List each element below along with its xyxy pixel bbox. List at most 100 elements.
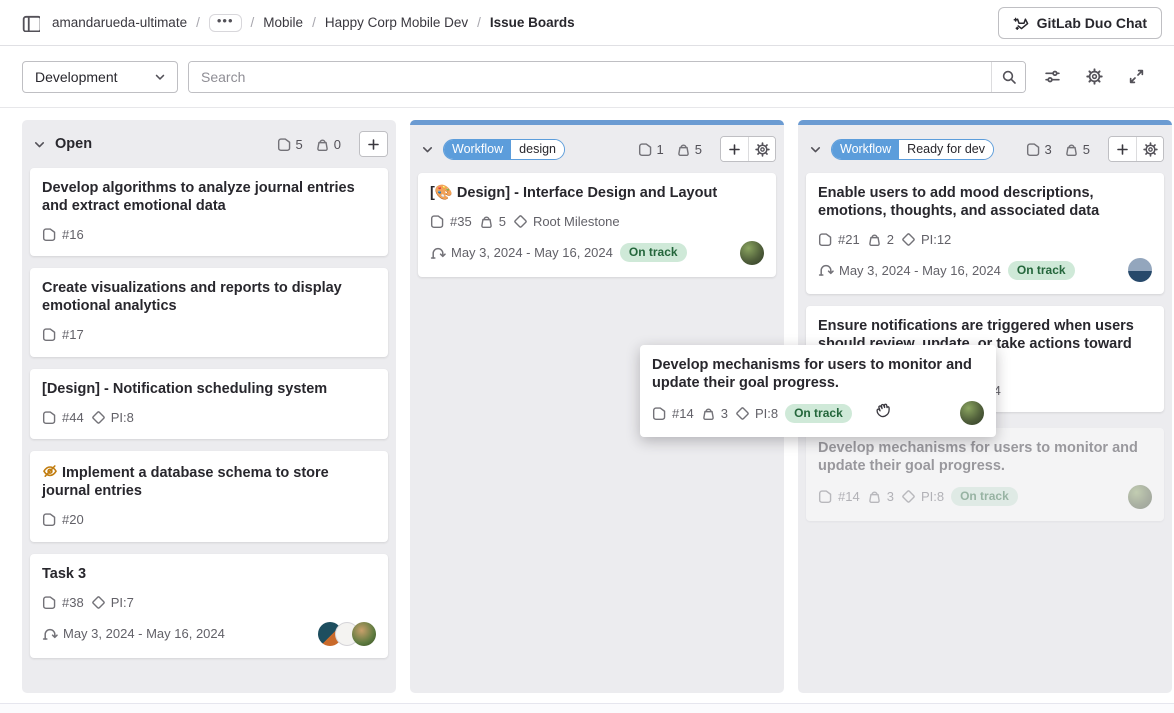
dragged-issue-card[interactable]: Develop mechanisms for users to monitor … xyxy=(640,345,996,437)
health-status-badge: On track xyxy=(620,243,687,262)
chevron-down-icon xyxy=(153,70,167,84)
page-footer-divider xyxy=(0,703,1174,713)
issue-card[interactable]: Create visualizations and reports to dis… xyxy=(30,268,388,356)
issue-card[interactable]: Task 3 #38 PI:7 May 3, 2024 - May 16, 20… xyxy=(30,554,388,658)
milestone-label: PI:7 xyxy=(111,595,134,610)
collapse-chevron-icon[interactable] xyxy=(808,142,823,157)
duo-chat-icon xyxy=(1013,15,1029,31)
issue-card[interactable]: [Design] - Notification scheduling syste… xyxy=(30,369,388,440)
column-actions xyxy=(359,131,388,157)
column-header: Workflow Ready for dev 3 5 xyxy=(798,125,1172,171)
search-input[interactable] xyxy=(189,62,991,92)
issue-title: Develop mechanisms for users to monitor … xyxy=(652,357,984,392)
board-switcher-value: Development xyxy=(35,69,118,85)
milestone-label: PI:12 xyxy=(921,232,951,247)
card-list: [🎨 Design] - Interface Design and Layout… xyxy=(410,171,784,285)
iteration-icon xyxy=(818,262,834,278)
column-header: Workflow design 1 5 xyxy=(410,125,784,171)
avatar[interactable] xyxy=(1128,258,1152,282)
issue-count: 1 xyxy=(657,142,664,157)
expand-icon xyxy=(1128,68,1145,85)
iteration-dates: May 3, 2024 - May 16, 2024 xyxy=(839,263,1001,278)
issue-type-icon xyxy=(42,327,57,342)
gear-icon xyxy=(1143,142,1158,157)
fullscreen-toggle-button[interactable] xyxy=(1120,61,1152,93)
duo-chat-label: GitLab Duo Chat xyxy=(1037,15,1147,31)
iteration-dates: May 3, 2024 - May 16, 2024 xyxy=(63,626,225,641)
issue-title: [Design] - Notification scheduling syste… xyxy=(42,381,376,399)
board-switcher-dropdown[interactable]: Development xyxy=(22,61,178,93)
issue-title: Develop mechanisms for users to monitor … xyxy=(818,440,1152,475)
milestone-icon xyxy=(901,489,916,504)
issue-count: 3 xyxy=(1045,142,1052,157)
label-value: Ready for dev xyxy=(899,140,993,159)
issue-card-drag-placeholder: Develop mechanisms for users to monitor … xyxy=(806,428,1164,520)
search-field-wrap xyxy=(188,61,1026,93)
issue-type-icon xyxy=(818,489,833,504)
issue-ref: #17 xyxy=(62,327,84,342)
milestone-label: PI:8 xyxy=(921,489,944,504)
list-settings-button[interactable] xyxy=(748,137,775,161)
breadcrumb-ellipsis-button[interactable]: ••• xyxy=(209,14,242,32)
breadcrumb-group[interactable]: Mobile xyxy=(263,15,303,30)
gear-icon xyxy=(1086,68,1103,85)
add-issue-button[interactable] xyxy=(360,132,387,156)
card-list: Develop algorithms to analyze journal en… xyxy=(22,166,396,666)
board-settings-button[interactable] xyxy=(1078,61,1110,93)
sliders-icon xyxy=(1044,68,1061,85)
assignee-avatars xyxy=(318,622,376,646)
label-scope: Workflow xyxy=(832,140,899,159)
breadcrumb-subgroup[interactable]: Happy Corp Mobile Dev xyxy=(325,15,468,30)
issue-title: Implement a database schema to store jou… xyxy=(42,463,376,500)
avatar xyxy=(960,401,984,425)
weight-icon xyxy=(867,232,882,247)
sidebar-toggle-icon[interactable] xyxy=(22,14,40,32)
issue-weight: 2 xyxy=(887,232,894,247)
iteration-dates: May 3, 2024 - May 16, 2024 xyxy=(451,245,613,260)
label-scope: Workflow xyxy=(444,140,511,159)
add-issue-button[interactable] xyxy=(1109,137,1136,161)
avatar[interactable] xyxy=(740,241,764,265)
issue-type-icon xyxy=(818,232,833,247)
issue-ref: #14 xyxy=(838,489,860,504)
issue-card-confidential[interactable]: Implement a database schema to store jou… xyxy=(30,451,388,541)
health-status-badge: On track xyxy=(1008,261,1075,280)
column-header: Open 5 0 xyxy=(22,120,396,166)
issue-title: [🎨 Design] - Interface Design and Layout xyxy=(430,185,764,203)
column-title: Open xyxy=(55,136,92,152)
column-counts: 5 0 xyxy=(277,137,341,152)
health-status-badge: On track xyxy=(951,487,1018,506)
label-value: design xyxy=(511,140,564,159)
collapse-chevron-icon[interactable] xyxy=(32,137,47,152)
weight-icon xyxy=(867,489,882,504)
issue-ref: #35 xyxy=(450,214,472,229)
issue-ref: #44 xyxy=(62,410,84,425)
issue-card[interactable]: Develop algorithms to analyze journal en… xyxy=(30,168,388,256)
issue-count-icon xyxy=(277,137,292,152)
list-settings-button[interactable] xyxy=(1136,137,1163,161)
breadcrumb-project[interactable]: amandarueda-ultimate xyxy=(52,15,187,30)
iteration-icon xyxy=(42,626,58,642)
scoped-label: Workflow Ready for dev xyxy=(831,139,994,160)
filter-sliders-button[interactable] xyxy=(1036,61,1068,93)
issue-ref: #21 xyxy=(838,232,860,247)
column-counts: 1 5 xyxy=(638,142,702,157)
issue-ref: #14 xyxy=(672,406,694,421)
issue-title: Create visualizations and reports to dis… xyxy=(42,280,376,315)
column-actions xyxy=(1108,136,1164,162)
gitlab-duo-chat-button[interactable]: GitLab Duo Chat xyxy=(998,7,1162,39)
issue-count-icon xyxy=(1026,142,1041,157)
avatar[interactable] xyxy=(352,622,376,646)
health-status-badge: On track xyxy=(785,404,852,423)
issue-ref: #20 xyxy=(62,512,84,527)
issue-type-icon xyxy=(652,406,667,421)
search-button[interactable] xyxy=(991,62,1025,92)
issue-ref: #38 xyxy=(62,595,84,610)
collapse-chevron-icon[interactable] xyxy=(420,142,435,157)
issue-weight: 3 xyxy=(721,406,728,421)
issue-card[interactable]: [🎨 Design] - Interface Design and Layout… xyxy=(418,173,776,277)
issue-card[interactable]: Enable users to add mood descriptions, e… xyxy=(806,173,1164,294)
issue-title: Develop algorithms to analyze journal en… xyxy=(42,180,376,215)
weight-count: 5 xyxy=(1083,142,1090,157)
add-issue-button[interactable] xyxy=(721,137,748,161)
